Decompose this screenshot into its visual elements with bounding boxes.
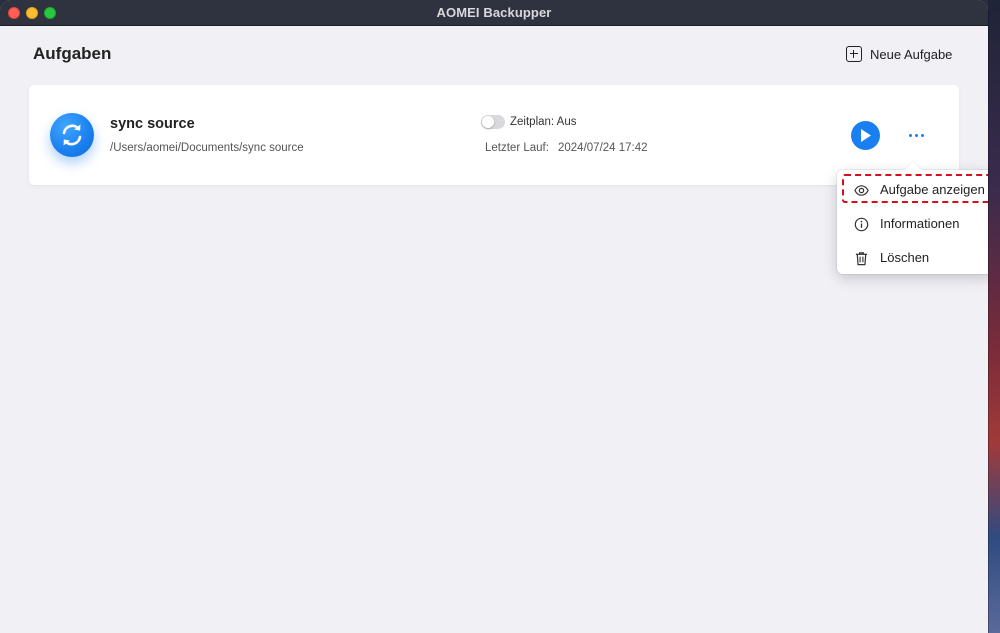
schedule-toggle[interactable] <box>481 115 505 129</box>
play-icon <box>861 129 871 142</box>
trash-icon <box>855 252 868 266</box>
eye-icon <box>854 185 869 196</box>
last-run-value: 2024/07/24 17:42 <box>558 142 648 154</box>
more-options-button[interactable] <box>902 125 930 145</box>
desktop-wallpaper <box>988 0 1000 633</box>
run-task-button[interactable] <box>851 121 880 150</box>
task-path: /Users/aomei/Documents/sync source <box>110 142 304 154</box>
more-dot <box>908 133 912 137</box>
app-window: AOMEI Backupper Aufgaben Neue Aufgabe sy… <box>0 0 988 633</box>
task-name: sync source <box>110 116 195 132</box>
plus-icon <box>846 46 862 62</box>
info-icon <box>854 217 869 232</box>
menu-item-label: Löschen <box>880 250 930 265</box>
last-run-label: Letzter Lauf: <box>485 142 549 154</box>
task-context-menu: Aufgabe anzeigen Informationen Löschen <box>837 170 988 274</box>
menu-item-label: Informationen <box>880 216 960 231</box>
sync-icon <box>50 113 94 157</box>
schedule-status: Zeitplan: Aus <box>510 116 577 128</box>
menu-item-information[interactable]: Informationen <box>837 209 988 239</box>
page-title: Aufgaben <box>33 44 112 63</box>
more-dot <box>920 133 924 137</box>
menu-item-label: Aufgabe anzeigen <box>880 182 985 197</box>
menu-item-view-task[interactable]: Aufgabe anzeigen <box>837 175 988 205</box>
toggle-knob <box>482 116 494 128</box>
menu-item-delete[interactable]: Löschen <box>837 243 988 273</box>
window-title: AOMEI Backupper <box>436 5 552 20</box>
new-task-label: Neue Aufgabe <box>870 46 953 62</box>
new-task-button[interactable]: Neue Aufgabe <box>846 44 952 64</box>
task-card[interactable]: sync source /Users/aomei/Documents/sync … <box>29 85 959 185</box>
more-dot <box>914 133 918 137</box>
title-bar: AOMEI Backupper <box>0 0 988 26</box>
